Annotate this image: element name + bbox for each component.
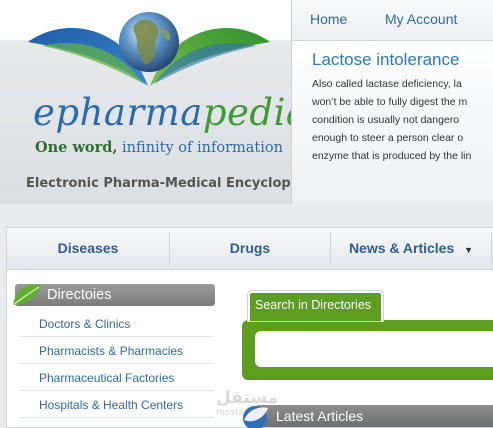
main-nav: Diseases Drugs News & Articles ▼ — [7, 228, 493, 270]
directory-link-hospitals-health-centers[interactable]: Hospitals & Health Centers — [19, 392, 214, 418]
excerpt-line: won’t be able to fully digest the m — [312, 96, 468, 108]
site-header: epharmapedia One word, infinity of infor… — [0, 0, 493, 204]
search-input[interactable] — [255, 331, 493, 367]
directory-link-pharmacists-pharmacies[interactable]: Pharmacists & Pharmacies — [19, 338, 214, 364]
main-nav-news-articles[interactable]: News & Articles ▼ — [331, 228, 491, 269]
latest-articles-icon — [243, 406, 268, 428]
excerpt-line: enzyme that is produced by the lin — [312, 150, 472, 162]
featured-article-excerpt: Also called lactase deficiency, la won’t… — [312, 75, 493, 165]
tagline: One word, infinity of information — [35, 139, 283, 156]
directory-link-pharmaceutical-factories[interactable]: Pharmaceutical Factories — [19, 365, 214, 391]
latest-articles-title: Latest Articles — [276, 408, 364, 424]
top-nav: Home My Account — [292, 0, 493, 41]
tab-search-in-directories[interactable]: Search in Directories — [248, 291, 383, 321]
featured-article: Lactose intolerance Also called lactase … — [292, 41, 493, 204]
logo-wordmark[interactable]: epharmapedia — [33, 93, 308, 133]
featured-article-title[interactable]: Lactose intolerance — [312, 50, 459, 70]
directory-link-doctors-clinics[interactable]: Doctors & Clinics — [19, 311, 214, 337]
main-nav-drugs[interactable]: Drugs — [170, 228, 330, 269]
excerpt-line: condition is usually not dangero — [312, 114, 460, 126]
site-subtitle: Electronic Pharma-Medical Encyclopedia — [26, 176, 323, 191]
latest-articles-header: Latest Articles — [256, 405, 493, 427]
tagline-rest: infinity of information — [122, 140, 283, 156]
logo-text-epharma: epharma — [33, 91, 203, 134]
nav-separator — [491, 232, 492, 266]
leaf-icon — [12, 284, 41, 306]
globe-leaves-logo-icon[interactable] — [24, 6, 274, 98]
logo-area: epharmapedia One word, infinity of infor… — [0, 0, 322, 204]
top-nav-my-account-link[interactable]: My Account — [385, 11, 457, 27]
directories-title: Directoies — [47, 287, 112, 303]
caret-down-icon: ▼ — [464, 245, 474, 255]
directories-header: Directoies — [15, 284, 215, 306]
main-nav-news-articles-label: News & Articles — [348, 240, 455, 256]
excerpt-line: enough to steer a person clear o — [312, 132, 464, 144]
main-nav-diseases[interactable]: Diseases — [7, 228, 169, 269]
tagline-strong: One word, — [35, 139, 118, 156]
search-tab-label: Search in Directories — [255, 298, 372, 312]
top-nav-home-link[interactable]: Home — [310, 11, 347, 27]
excerpt-line: Also called lactase deficiency, la — [312, 78, 462, 90]
